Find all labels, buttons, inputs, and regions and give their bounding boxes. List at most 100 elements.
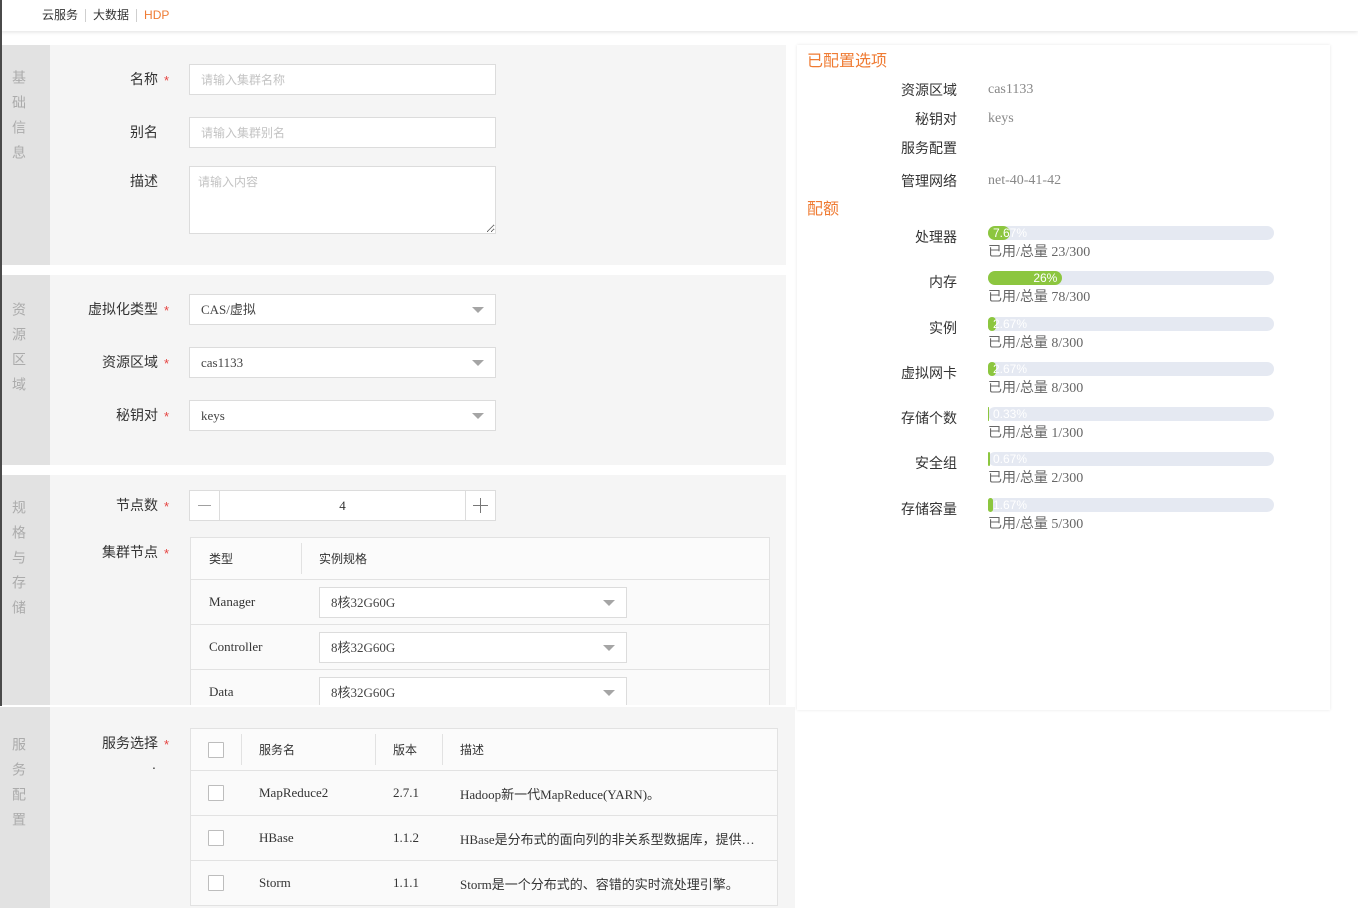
quota-percent: 7.67% [993, 226, 1028, 240]
instance-spec-select[interactable]: 8核32G60G [319, 632, 627, 663]
section-spec-storage: 规格与存储 节点数 * 4 集群节点 * 类型 实例规格 Manager 8核3… [0, 475, 786, 705]
required-mark: * [164, 303, 170, 318]
label-note: . [152, 756, 156, 772]
section-resource-region: 资源区域 虚拟化类型 * CAS/虚拟 资源区域 * cas1133 秘钥对 *… [0, 275, 786, 465]
name-label: 名称 [130, 71, 158, 87]
select-all-checkbox[interactable] [208, 741, 224, 758]
summary-label: 服务配置 [901, 140, 957, 156]
service-version: 1.1.2 [393, 830, 419, 845]
section-title-column: 规格与存储 [0, 475, 50, 705]
section-basic-info: 基础信息 名称 * 别名 描述 [0, 45, 786, 265]
select-value: CAS/虚拟 [201, 302, 256, 317]
section-title: 资源区域 [11, 302, 27, 402]
service-name: HBase [259, 830, 294, 845]
quota-row: 实例 2.67% 已用/总量 8/300 [797, 317, 1330, 362]
quota-percent: 26% [1033, 271, 1058, 285]
required-mark: * [164, 356, 170, 371]
cluster-nodes-table: 类型 实例规格 Manager 8核32G60G Controller 8核32… [190, 537, 770, 705]
quota-progress-bar: 2.67% [988, 362, 1274, 376]
section-title: 规格与存储 [11, 500, 27, 625]
table-row: HBase 1.1.2 HBase是分布式的面向列的非关系型数据库，提供… [191, 816, 777, 861]
chevron-down-icon [472, 307, 484, 313]
required-mark: * [164, 737, 170, 752]
breadcrumb-cloud-service[interactable]: 云服务 [42, 8, 85, 22]
summary-value: net-40-41-42 [988, 173, 1062, 188]
service-name: MapReduce2 [259, 785, 329, 800]
quota-usage: 已用/总量 8/300 [988, 336, 1084, 351]
breadcrumb-current: HDP [136, 8, 176, 22]
required-mark: * [164, 73, 170, 88]
node-type: Manager [209, 594, 256, 609]
row-checkbox[interactable] [208, 785, 224, 801]
column-header-type: 类型 [209, 552, 234, 566]
select-value: 8核32G60G [331, 595, 396, 610]
virtualization-type-select[interactable]: CAS/虚拟 [189, 294, 496, 325]
table-header: 类型 实例规格 [191, 538, 769, 580]
decrement-button[interactable] [190, 491, 220, 520]
quota-progress-bar: 0.67% [988, 452, 1274, 466]
checkbox-column [191, 729, 241, 770]
quota-row: 存储容量 1.67% 已用/总量 5/300 [797, 498, 1330, 543]
keypair-label: 秘钥对 [116, 407, 158, 423]
quota-row: 处理器 7.67% 已用/总量 23/300 [797, 226, 1330, 271]
required-mark: * [164, 499, 170, 514]
summary-value: keys [988, 111, 1014, 126]
checkbox-cell [191, 771, 241, 815]
cluster-alias-input[interactable] [189, 117, 496, 148]
quota-progress-bar: 26% [988, 271, 1274, 285]
column-header-description: 描述 [442, 729, 777, 770]
section-title-column: 资源区域 [0, 275, 50, 465]
quota-usage: 已用/总量 78/300 [988, 290, 1091, 305]
configured-options-title: 已配置选项 [807, 53, 888, 70]
summary-label: 管理网络 [901, 173, 957, 189]
keypair-select[interactable]: keys [189, 400, 496, 431]
select-value: 8核32G60G [331, 640, 396, 655]
table-row: Manager 8核32G60G [191, 580, 769, 625]
column-header-spec: 实例规格 [301, 538, 769, 579]
top-bar: 云服务 大数据 HDP [0, 0, 1358, 31]
quota-label: 虚拟网卡 [901, 365, 957, 381]
summary-value: cas1133 [988, 82, 1034, 97]
quota-label: 安全组 [915, 455, 957, 471]
quota-label: 实例 [929, 320, 957, 336]
quota-progress-fill: 2.67% [988, 362, 1027, 376]
summary-panel: 已配置选项 资源区域 cas1133 秘钥对 keys 服务配置 管理网络 ne… [797, 45, 1330, 710]
quota-progress-bar: 7.67% [988, 226, 1274, 240]
row-checkbox[interactable] [208, 830, 224, 846]
service-description: Hadoop新一代MapReduce(YARN)。 [460, 786, 661, 802]
section-service-config: 服务配置 服务选择 * . 服务名 版本 描述 MapReduce2 2.7.1… [0, 707, 795, 908]
plus-icon [473, 498, 488, 513]
row-checkbox[interactable] [208, 875, 224, 891]
select-value: cas1133 [201, 355, 244, 370]
quota-progress-fill: 0.33% [988, 407, 1027, 421]
table-row: Controller 8核32G60G [191, 625, 769, 670]
node-count-value[interactable]: 4 [220, 491, 465, 520]
node-type: Controller [209, 639, 263, 654]
column-header-service-name: 服务名 [241, 729, 375, 770]
window-edge [0, 0, 2, 706]
minus-icon [198, 505, 211, 506]
increment-button[interactable] [465, 491, 495, 520]
cluster-name-input[interactable] [189, 64, 496, 95]
section-title-column: 服务配置 [0, 707, 50, 908]
chevron-down-icon [472, 360, 484, 366]
table-row: MapReduce2 2.7.1 Hadoop新一代MapReduce(YARN… [191, 771, 777, 816]
quota-progress-bar: 1.67% [988, 498, 1274, 512]
description-textarea[interactable] [189, 166, 496, 234]
quota-percent: 2.67% [993, 317, 1028, 331]
quota-usage: 已用/总量 1/300 [988, 426, 1084, 441]
instance-spec-select[interactable]: 8核32G60G [319, 677, 627, 705]
quota-percent: 0.67% [993, 452, 1028, 466]
alias-label: 别名 [130, 124, 158, 140]
quota-row: 安全组 0.67% 已用/总量 2/300 [797, 452, 1330, 497]
required-mark: * [164, 546, 170, 561]
region-select[interactable]: cas1133 [189, 347, 496, 378]
instance-spec-select[interactable]: 8核32G60G [319, 587, 627, 618]
breadcrumb-big-data[interactable]: 大数据 [85, 8, 136, 22]
service-version: 2.7.1 [393, 785, 419, 800]
section-title: 服务配置 [11, 737, 27, 837]
quota-row: 内存 26% 已用/总量 78/300 [797, 271, 1330, 316]
service-version: 1.1.1 [393, 875, 419, 890]
summary-label: 秘钥对 [915, 111, 957, 127]
quota-progress-fill: 7.67% [988, 226, 1027, 240]
